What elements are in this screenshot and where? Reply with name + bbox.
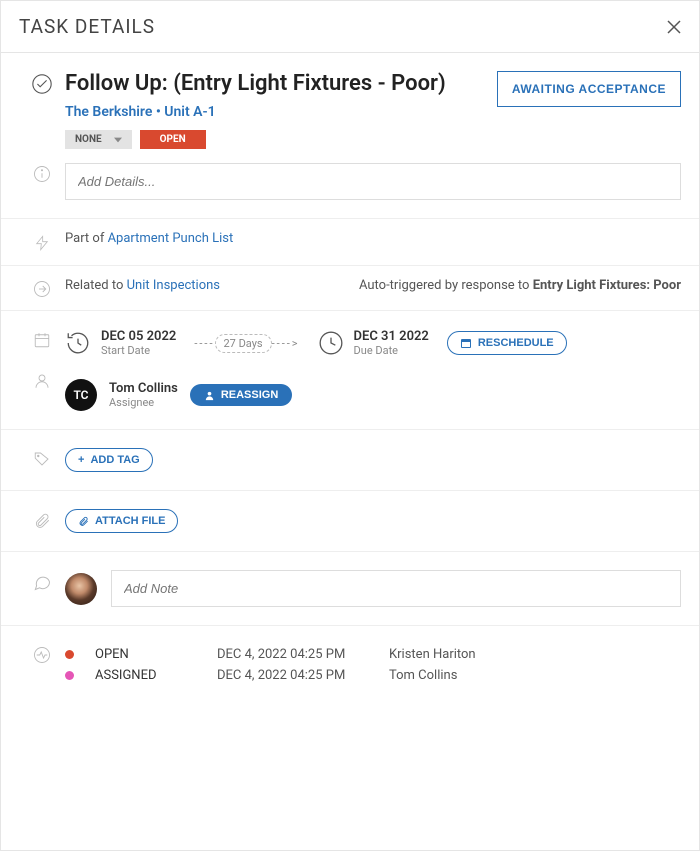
- related-link[interactable]: Unit Inspections: [127, 278, 220, 293]
- modal-header: TASK DETAILS: [1, 1, 699, 53]
- arrow-circle-icon: [33, 280, 51, 298]
- history-section: OPEN DEC 4, 2022 04:25 PM Kristen Harito…: [1, 626, 699, 704]
- history-time: DEC 4, 2022 04:25 PM: [217, 668, 377, 683]
- details-section: [1, 163, 699, 219]
- reassign-button[interactable]: REASSIGN: [190, 384, 292, 406]
- chevron-down-icon: [114, 136, 122, 144]
- attach-file-button[interactable]: ATTACH FILE: [65, 509, 178, 533]
- check-circle-icon: [31, 73, 53, 95]
- details-input[interactable]: [65, 163, 681, 200]
- related-section: Related to Unit Inspections Auto-trigger…: [1, 266, 699, 311]
- history-list: OPEN DEC 4, 2022 04:25 PM Kristen Harito…: [65, 644, 681, 686]
- tags-section: + ADD TAG: [1, 430, 699, 491]
- assignee-label: Assignee: [109, 396, 178, 409]
- awaiting-acceptance-button[interactable]: AWAITING ACCEPTANCE: [497, 71, 681, 107]
- notes-section: [1, 552, 699, 626]
- start-date-label: Start Date: [101, 344, 176, 357]
- due-date-block: DEC 31 2022 Due Date: [318, 329, 429, 357]
- plus-icon: +: [78, 454, 84, 466]
- paperclip-icon: [33, 511, 51, 531]
- add-tag-button[interactable]: + ADD TAG: [65, 448, 153, 472]
- task-location[interactable]: The Berkshire • Unit A-1: [65, 104, 446, 120]
- partof-section: Part of Apartment Punch List: [1, 219, 699, 266]
- history-status: OPEN: [95, 647, 205, 662]
- tag-icon: [33, 450, 51, 468]
- schedule-section: DEC 05 2022 Start Date ---- 27 Days ----…: [1, 311, 699, 430]
- clock-icon: [318, 330, 344, 356]
- assignee-avatar: TC: [65, 379, 97, 411]
- task-title: Follow Up: (Entry Light Fixtures - Poor): [65, 71, 446, 96]
- info-icon: [33, 165, 51, 183]
- modal-title: TASK DETAILS: [19, 15, 155, 38]
- history-status: ASSIGNED: [95, 668, 205, 683]
- due-date-label: Due Date: [354, 344, 429, 357]
- close-button[interactable]: [667, 20, 681, 34]
- chat-icon: [32, 572, 52, 592]
- due-date: DEC 31 2022: [354, 329, 429, 344]
- attachments-section: ATTACH FILE: [1, 491, 699, 552]
- current-user-avatar: [65, 573, 97, 605]
- note-input[interactable]: [111, 570, 681, 607]
- task-header-section: Follow Up: (Entry Light Fixtures - Poor)…: [1, 53, 699, 163]
- duration-pill: 27 Days: [215, 334, 272, 353]
- duration-separator: ---- 27 Days ---->: [194, 334, 299, 353]
- partof-link[interactable]: Apartment Punch List: [108, 231, 234, 246]
- lightning-icon: [34, 233, 50, 253]
- activity-icon: [33, 646, 51, 664]
- user-icon: [204, 390, 215, 401]
- paperclip-small-icon: [78, 516, 89, 527]
- assignee-name: Tom Collins: [109, 381, 178, 396]
- priority-badge[interactable]: NONE: [65, 130, 132, 149]
- trigger-item: Entry Light Fixtures: Poor: [533, 278, 681, 293]
- start-date-block: DEC 05 2022 Start Date: [65, 329, 176, 357]
- history-who: Tom Collins: [389, 668, 681, 683]
- status-badge[interactable]: OPEN: [140, 130, 206, 149]
- calendar-icon: [33, 331, 51, 349]
- history-who: Kristen Hariton: [389, 647, 681, 662]
- start-date: DEC 05 2022: [101, 329, 176, 344]
- history-time: DEC 4, 2022 04:25 PM: [217, 647, 377, 662]
- reschedule-button[interactable]: RESCHEDULE: [447, 331, 567, 355]
- calendar-small-icon: [460, 337, 472, 349]
- status-dot: [65, 650, 74, 659]
- clock-back-icon: [65, 330, 91, 356]
- related-text: Related to Unit Inspections Auto-trigger…: [65, 278, 681, 293]
- history-row: OPEN DEC 4, 2022 04:25 PM Kristen Harito…: [65, 644, 681, 665]
- history-row: ASSIGNED DEC 4, 2022 04:25 PM Tom Collin…: [65, 665, 681, 686]
- partof-text: Part of Apartment Punch List: [65, 231, 681, 246]
- person-icon: [33, 372, 51, 390]
- status-dot: [65, 671, 74, 680]
- priority-badge-label: NONE: [75, 134, 102, 145]
- close-icon: [667, 20, 681, 34]
